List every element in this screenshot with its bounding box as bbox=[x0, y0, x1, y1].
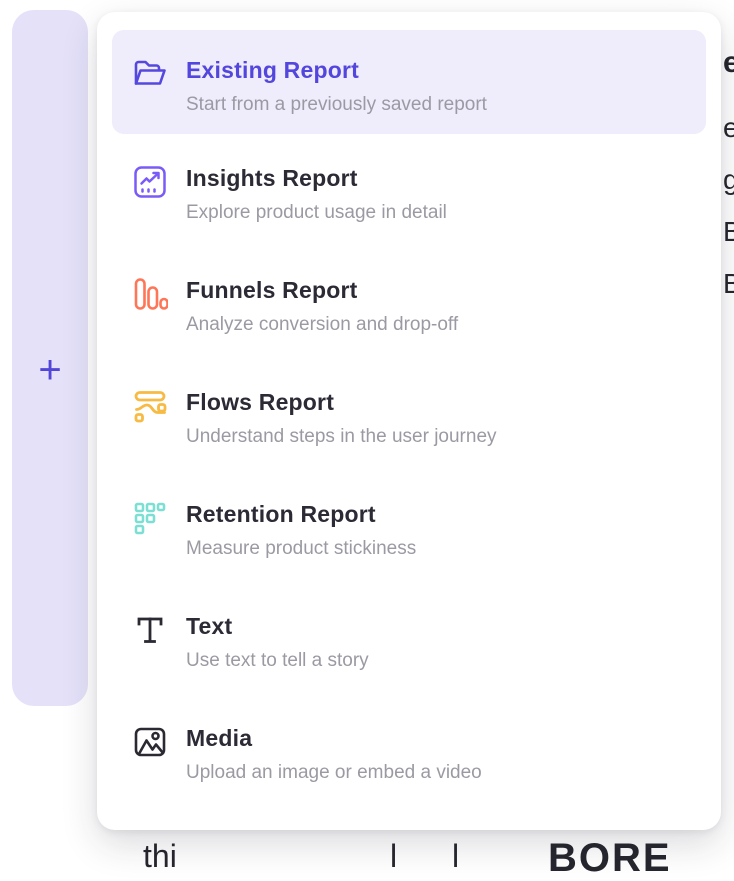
background-text-fragment: e bbox=[723, 112, 734, 144]
menu-item-title: Media bbox=[186, 724, 482, 752]
background-text-fragment: l bbox=[390, 838, 397, 875]
folder-open-icon bbox=[132, 56, 168, 92]
menu-item-title: Insights Report bbox=[186, 164, 447, 192]
menu-item-description: Use text to tell a story bbox=[186, 649, 369, 673]
menu-item-existing-report[interactable]: Existing Report Start from a previously … bbox=[112, 30, 706, 134]
menu-item-funnels-report[interactable]: Funnels Report Analyze conversion and dr… bbox=[97, 246, 721, 358]
menu-item-description: Understand steps in the user journey bbox=[186, 425, 497, 449]
media-image-icon bbox=[132, 724, 168, 760]
menu-item-retention-report[interactable]: Retention Report Measure product stickin… bbox=[97, 470, 721, 582]
background-text-fragment: B bbox=[723, 216, 734, 248]
menu-item-insights-report[interactable]: Insights Report Explore product usage in… bbox=[97, 134, 721, 246]
menu-item-title: Existing Report bbox=[186, 56, 487, 84]
retention-grid-icon bbox=[132, 500, 168, 536]
menu-item-title: Funnels Report bbox=[186, 276, 458, 304]
menu-item-flows-report[interactable]: Flows Report Understand steps in the use… bbox=[97, 358, 721, 470]
background-text-fragment: l bbox=[452, 838, 459, 875]
menu-item-title: Flows Report bbox=[186, 388, 497, 416]
menu-item-description: Upload an image or embed a video bbox=[186, 761, 482, 785]
menu-item-description: Explore product usage in detail bbox=[186, 201, 447, 225]
funnels-bars-icon bbox=[132, 276, 168, 312]
text-icon bbox=[132, 612, 168, 648]
menu-item-title: Retention Report bbox=[186, 500, 416, 528]
background-text-fragment: ex bbox=[723, 46, 734, 80]
flows-icon bbox=[132, 388, 168, 424]
background-text-fragment: gB bbox=[723, 164, 734, 196]
menu-item-description: Analyze conversion and drop-off bbox=[186, 313, 458, 337]
plus-icon: + bbox=[38, 348, 61, 392]
menu-item-media[interactable]: Media Upload an image or embed a video bbox=[97, 694, 721, 806]
background-text-fragment: B bbox=[723, 268, 734, 300]
background-text-fragment: thi bbox=[143, 838, 177, 875]
background-text-fragment: BORE bbox=[548, 836, 672, 881]
menu-item-title: Text bbox=[186, 612, 369, 640]
add-content-menu: Existing Report Start from a previously … bbox=[97, 12, 721, 830]
menu-item-description: Measure product stickiness bbox=[186, 537, 416, 561]
insights-chart-icon bbox=[132, 164, 168, 200]
menu-item-description: Start from a previously saved report bbox=[186, 93, 487, 117]
add-content-rail: + bbox=[12, 10, 88, 706]
add-content-button[interactable]: + bbox=[12, 350, 88, 390]
menu-item-text[interactable]: Text Use text to tell a story bbox=[97, 582, 721, 694]
